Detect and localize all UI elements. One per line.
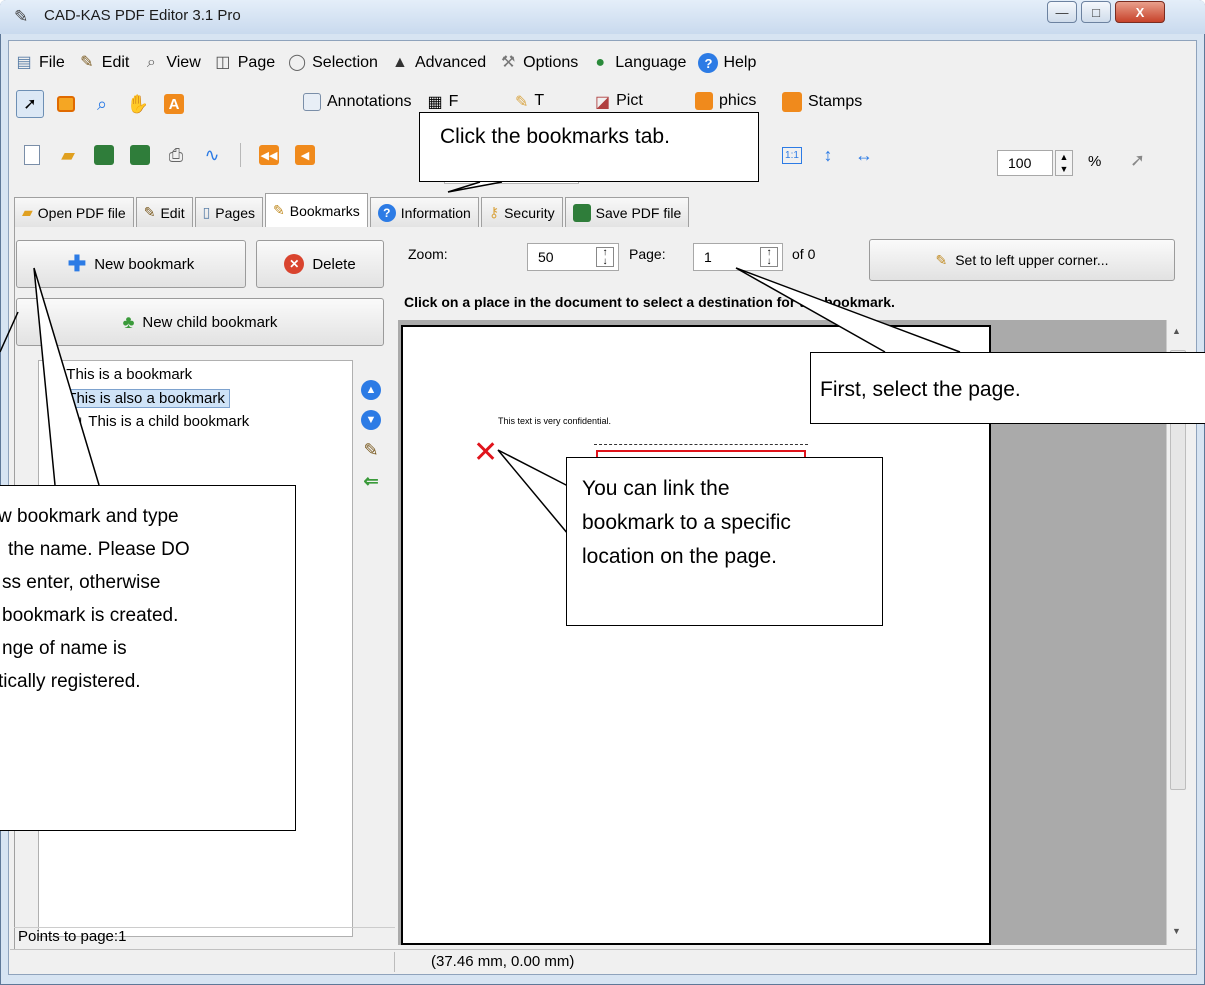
- link-callout-pointer: [497, 449, 569, 535]
- callout-new-line: the name. Please DO: [8, 539, 190, 560]
- callout-tab-text: Click the bookmarks tab.: [440, 125, 670, 148]
- callout-new-line: ss enter, otherwise: [2, 572, 161, 593]
- callout-new-bookmark: w bookmark and type the name. Please DO …: [0, 485, 296, 831]
- callout-new-text: w bookmark and type the name. Please DO …: [0, 500, 190, 698]
- page-callout-pointer: [735, 267, 961, 353]
- new-bookmark-callout-pointer: [33, 267, 100, 486]
- callout-link-text: You can link the bookmark to a specific …: [582, 472, 791, 574]
- callout-bookmarks-tab: Click the bookmarks tab.: [419, 112, 759, 182]
- tab-callout-pointer: [447, 181, 503, 193]
- callout-link-line: bookmark to a specific: [582, 511, 791, 534]
- callout-new-line: nge of name is: [2, 638, 127, 659]
- callout-edge-line: [0, 311, 19, 353]
- callout-new-line: w bookmark and type: [0, 506, 179, 527]
- callout-link-line: You can link the: [582, 477, 730, 500]
- callout-select-page: First, select the page.: [810, 352, 1205, 424]
- callout-page-text: First, select the page.: [820, 378, 1021, 401]
- callout-new-line: tically registered.: [0, 671, 141, 692]
- callout-link-location: You can link the bookmark to a specific …: [566, 457, 883, 626]
- callout-new-line: bookmark is created.: [2, 605, 179, 626]
- callout-link-line: location on the page.: [582, 545, 777, 568]
